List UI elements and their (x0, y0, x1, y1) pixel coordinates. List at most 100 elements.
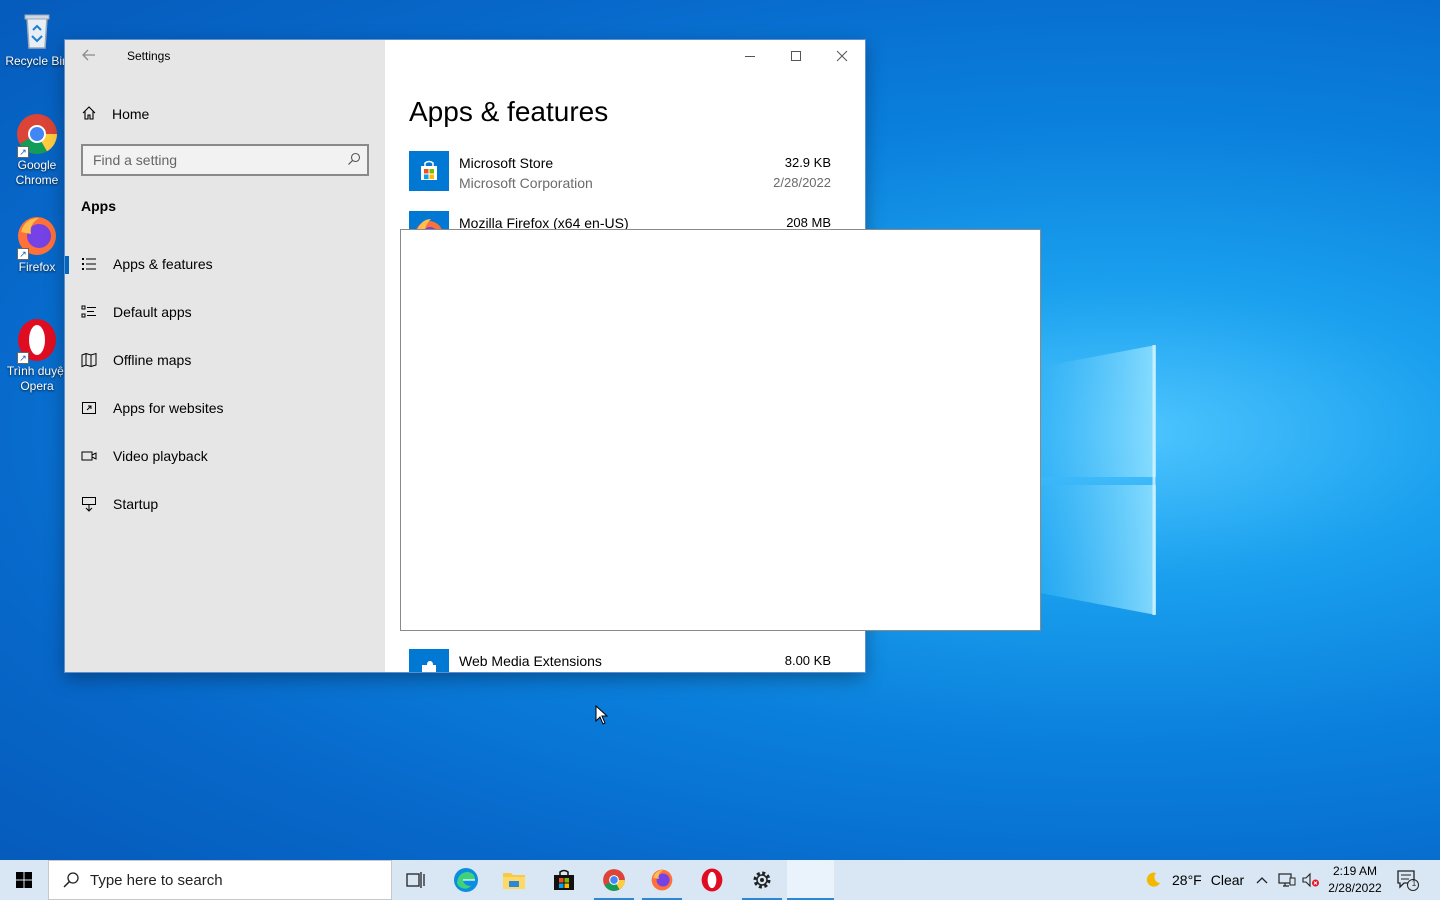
moon-icon (1146, 872, 1160, 887)
task-view-icon (406, 872, 425, 888)
settings-sidebar: Settings Home Apps Apps & features (65, 40, 385, 672)
sidebar-item-offline-maps[interactable]: Offline maps (65, 340, 385, 380)
taskbar-chrome[interactable] (590, 860, 638, 900)
desktop-icon-recycle-bin[interactable]: Recycle Bin (2, 8, 72, 69)
video-playback-icon (81, 448, 97, 464)
start-button[interactable] (0, 860, 48, 900)
sidebar-item-video-playback[interactable]: Video playback (65, 436, 385, 476)
taskbar-search-placeholder: Type here to search (90, 871, 223, 889)
chrome-icon (603, 869, 625, 891)
mouse-cursor-icon (595, 705, 609, 725)
taskbar-file-explorer[interactable] (490, 860, 538, 900)
microsoft-store-icon (554, 869, 574, 890)
taskbar-settings[interactable] (738, 860, 786, 900)
taskbar-microsoft-store[interactable] (540, 860, 588, 900)
sidebar-item-apps-for-websites[interactable]: Apps for websites (65, 388, 385, 428)
page-title: Apps & features (409, 96, 609, 127)
sidebar-item-label: Video playback (113, 448, 208, 464)
network-button[interactable] (1278, 860, 1296, 900)
app-size: 32.9 KB (784, 155, 831, 170)
sidebar-home[interactable]: Home (81, 103, 149, 125)
sidebar-item-label: Startup (113, 496, 159, 512)
sidebar-item-default-apps[interactable]: Default apps (65, 292, 385, 332)
maximize-button[interactable] (773, 40, 819, 72)
taskbar-search-box[interactable]: Type here to search (48, 860, 392, 900)
firefox-icon: ↗ (15, 214, 59, 260)
desktop-icon-firefox[interactable]: ↗ Firefox (2, 214, 72, 275)
apps-features-icon (81, 256, 97, 272)
firefox-icon (651, 869, 673, 891)
startup-icon (81, 496, 97, 512)
app-name: Web Media Extensions (459, 653, 602, 669)
app-list-item[interactable]: Web Media Extensions 8.00 KB (409, 649, 833, 672)
sidebar-item-label: Apps & features (113, 256, 213, 272)
sidebar-item-apps-features[interactable]: Apps & features (65, 244, 385, 284)
window-title: Settings (127, 49, 171, 63)
section-title: Apps (81, 198, 116, 214)
desktop-icon-label: Google Chrome (15, 158, 59, 187)
sidebar-item-label: Offline maps (113, 352, 192, 368)
app-name: Microsoft Store (459, 155, 554, 171)
microsoft-store-icon (409, 151, 449, 191)
find-setting-search[interactable] (81, 144, 369, 176)
apps-websites-icon (81, 400, 97, 416)
blank-popup-panel[interactable] (400, 229, 1041, 631)
sidebar-item-label: Default apps (113, 304, 192, 320)
find-setting-input[interactable] (83, 146, 333, 174)
chrome-icon: ↗ (15, 112, 59, 158)
recycle-bin-icon (15, 8, 59, 52)
app-date: 2/28/2022 (773, 175, 831, 190)
taskbar-clock[interactable]: 2:19 AM 2/28/2022 (1322, 863, 1388, 897)
minimize-icon (745, 56, 755, 57)
windows-start-icon (16, 872, 32, 888)
chevron-up-icon (1256, 877, 1268, 884)
sidebar-item-startup[interactable]: Startup (65, 484, 385, 524)
edge-icon (454, 868, 478, 892)
notification-count: 1 (1411, 879, 1417, 888)
app-list-item[interactable]: Microsoft Store Microsoft Corporation 32… (409, 151, 833, 199)
default-apps-icon (81, 304, 97, 320)
action-center-button[interactable]: 1 (1396, 860, 1420, 900)
search-icon (63, 872, 79, 888)
clock-date: 2/28/2022 (1328, 881, 1382, 895)
taskbar-opera[interactable] (688, 860, 736, 900)
task-view-button[interactable] (392, 860, 440, 900)
windows-wallpaper-logo (1040, 345, 1156, 615)
weather-temperature: 28°F (1172, 872, 1202, 888)
volume-muted-icon (1302, 872, 1319, 888)
clock-time: 2:19 AM (1332, 864, 1378, 878)
volume-button[interactable] (1302, 860, 1320, 900)
minimize-button[interactable] (727, 40, 773, 72)
search-icon (347, 152, 361, 166)
desktop-icon-chrome[interactable]: ↗ Google Chrome (2, 112, 72, 188)
app-size: 8.00 KB (784, 653, 831, 668)
desktop-icon-opera[interactable]: ↗ Trình duyệt Opera (2, 318, 72, 394)
desktop-icon-label: Recycle Bin (5, 54, 69, 68)
file-explorer-icon (503, 873, 525, 889)
opera-icon (701, 868, 723, 892)
desktop-icon-label: Firefox (18, 260, 56, 274)
sidebar-item-label: Apps for websites (113, 400, 224, 416)
network-icon (1278, 873, 1296, 887)
app-publisher: Microsoft Corporation (459, 175, 593, 191)
home-icon (81, 105, 97, 124)
desktop-icon-label: Trình duyệt Opera (6, 364, 68, 393)
title-bar: Settings (65, 40, 385, 72)
back-arrow-icon[interactable] (81, 47, 99, 65)
taskbar-firefox[interactable] (638, 860, 686, 900)
web-media-extensions-icon (409, 649, 449, 672)
app-size: 208 MB (786, 215, 831, 230)
taskbar: Type here to search 28°F Clear 2:19 AM 2… (0, 860, 1440, 900)
show-hidden-icons-button[interactable] (1254, 860, 1270, 900)
weather-widget[interactable]: 28°F Clear (1144, 860, 1244, 900)
close-icon (836, 50, 848, 62)
gear-icon (753, 871, 771, 889)
home-label: Home (112, 106, 150, 122)
opera-icon: ↗ (15, 318, 59, 364)
taskbar-edge[interactable] (442, 860, 490, 900)
maximize-icon (791, 51, 801, 61)
offline-maps-icon (81, 352, 97, 368)
taskbar-active-window-button[interactable] (787, 860, 834, 900)
close-button[interactable] (819, 40, 865, 72)
weather-description: Clear (1210, 872, 1245, 888)
